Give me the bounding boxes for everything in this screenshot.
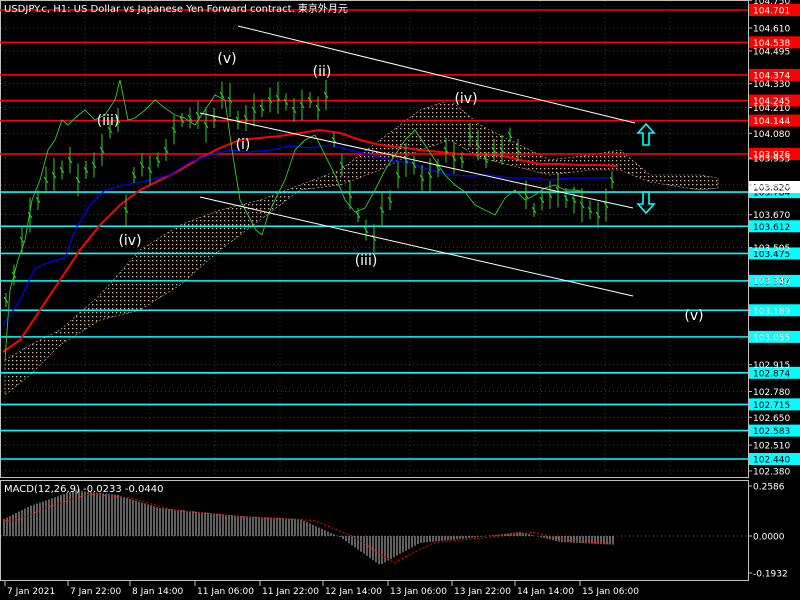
level-price-label: 103.612 bbox=[753, 223, 790, 233]
price-tick-label: 102.915 bbox=[753, 361, 790, 371]
price-tick-label: 104.210 bbox=[753, 104, 790, 114]
price-tick-label: 103.505 bbox=[753, 244, 790, 254]
wave-labels: (iii) (iv) (v) (i) (ii) (iii) (iv) (v) bbox=[97, 51, 704, 324]
macd-tick-label: -0.1932 bbox=[753, 570, 788, 580]
arrow-up-icon bbox=[636, 122, 656, 146]
price-tick-label: 103.340 bbox=[753, 277, 790, 287]
wave-label: (ii) bbox=[313, 64, 332, 80]
wave-label: (v) bbox=[217, 51, 236, 67]
level-price-label: 102.440 bbox=[753, 456, 790, 466]
macd-tick-label: 0.0000 bbox=[753, 533, 785, 543]
level-price-label: 102.715 bbox=[753, 401, 790, 411]
price-tick-label: 104.750 bbox=[753, 0, 790, 7]
level-price-label: 104.144 bbox=[753, 117, 790, 127]
price-tick-label: 102.650 bbox=[753, 414, 790, 424]
time-tick-label: 14 Jan 14:00 bbox=[517, 587, 574, 597]
price-tick-label: 104.610 bbox=[753, 25, 790, 35]
wave-label: (i) bbox=[236, 137, 251, 153]
wave-label: (iv) bbox=[118, 233, 141, 249]
time-tick-label: 7 Jan 22:00 bbox=[70, 587, 122, 597]
time-tick-label: 15 Jan 06:00 bbox=[582, 587, 639, 597]
level-price-label: 102.583 bbox=[753, 427, 790, 437]
price-chart[interactable]: 104.701104.538104.374104.245104.144103.9… bbox=[0, 0, 800, 600]
price-tick-label: 102.510 bbox=[753, 442, 790, 452]
level-price-label: 104.701 bbox=[753, 7, 790, 17]
time-tick-label: 13 Jan 22:00 bbox=[454, 587, 511, 597]
wave-label: (iv) bbox=[454, 91, 477, 107]
time-tick-label: 12 Jan 14:00 bbox=[325, 587, 382, 597]
price-tick-label: 104.080 bbox=[753, 130, 790, 140]
price-tick-label: 103.055 bbox=[753, 333, 790, 343]
wave-label: (iii) bbox=[97, 113, 120, 129]
price-tick-label: 102.380 bbox=[753, 467, 790, 477]
wave-label: (v) bbox=[684, 308, 703, 324]
price-tick-label: 104.495 bbox=[753, 47, 790, 57]
time-tick-label: 11 Jan 06:00 bbox=[197, 587, 254, 597]
price-tick-label: 103.189 bbox=[753, 307, 790, 317]
price-tick-label: 103.955 bbox=[753, 155, 790, 165]
time-axis: 7 Jan 2021 7 Jan 22:00 8 Jan 14:00 11 Jan 0… bbox=[4, 581, 639, 597]
macd-tick-label: 0.2586 bbox=[753, 483, 785, 493]
arrow-down-icon bbox=[636, 191, 656, 215]
time-tick-label: 7 Jan 2021 bbox=[7, 587, 55, 597]
chart-title: USDJPY.c, H1: US Dollar vs Japanese Yen … bbox=[4, 2, 348, 15]
wave-label: (iii) bbox=[355, 253, 378, 269]
price-tick-label: 102.780 bbox=[753, 388, 790, 398]
time-tick-label: 8 Jan 14:00 bbox=[132, 587, 184, 597]
time-tick-label: 13 Jan 06:00 bbox=[390, 587, 447, 597]
time-tick-label: 11 Jan 22:00 bbox=[262, 587, 319, 597]
macd-plot-frame bbox=[0, 480, 749, 581]
macd-label: MACD(12,26,9) -0.0233 -0.0440 bbox=[4, 484, 164, 495]
price-tick-label: 103.820 bbox=[753, 181, 790, 191]
price-tick-label: 104.330 bbox=[753, 80, 790, 90]
price-candles bbox=[3, 80, 615, 307]
price-tick-label: 103.670 bbox=[753, 211, 790, 221]
macd-histogram: 0.2586 0.0000 -0.1932 bbox=[1, 483, 788, 580]
